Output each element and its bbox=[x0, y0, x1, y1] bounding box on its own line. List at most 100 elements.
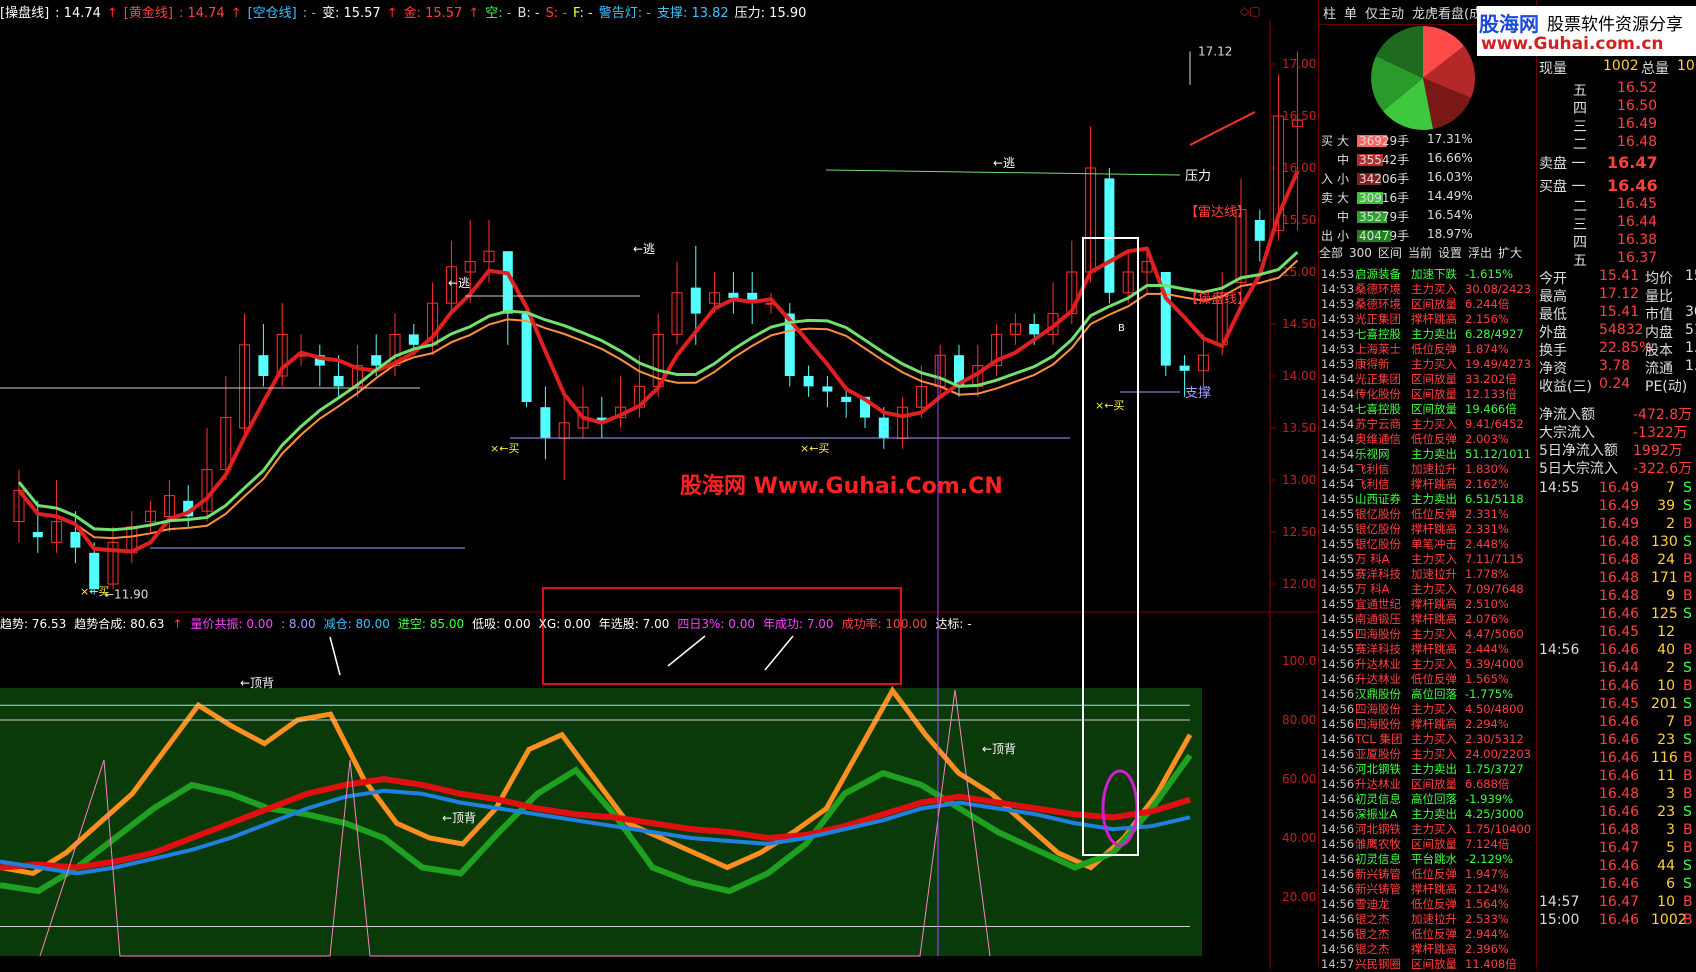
flow-row: 买大 36929手 17.31% bbox=[1321, 132, 1473, 148]
ticker-row[interactable]: 14:55银亿股份 撑杆跳高 2.331% bbox=[1321, 521, 1509, 536]
top-divergence-label: ←顶背 bbox=[982, 742, 1016, 756]
escape-signal: ←逃 bbox=[633, 242, 655, 256]
pointer-arrow bbox=[667, 635, 706, 667]
ticker-row[interactable]: 14:56银之杰 撑杆跳高 2.396% bbox=[1321, 941, 1509, 956]
high-label: 17.12 bbox=[1198, 45, 1232, 59]
ticker-row[interactable]: 14:53上海莱士 低位反弹 1.874% bbox=[1321, 341, 1509, 356]
candle-body-down bbox=[258, 355, 269, 376]
ticker-row[interactable]: 14:56雏鹰农牧 区间放量 7.124倍 bbox=[1321, 836, 1509, 851]
buy-signal: ×←买 bbox=[1095, 399, 1124, 412]
ticker-row[interactable]: 14:53康得新 主力买入 19.49/4273 bbox=[1321, 356, 1531, 371]
ticker-row[interactable]: 14:54乐视网 主力卖出 51.12/1011 bbox=[1321, 446, 1531, 461]
ticker-row[interactable]: 14:56银之杰 低位反弹 2.944% bbox=[1321, 926, 1509, 941]
ticker-toolbar-1[interactable]: 300 bbox=[1349, 246, 1372, 260]
indicator-tick-label: 80.00 bbox=[1282, 713, 1316, 727]
ticker-row[interactable]: 14:56升达林业 低位反弹 1.565% bbox=[1321, 671, 1509, 686]
quote-stat: 换手22.85%股本1.8 bbox=[1539, 340, 1696, 359]
ticker-row[interactable]: 14:56初灵信息 平台跳水 -2.129% bbox=[1321, 851, 1513, 866]
ticker-row[interactable]: 14:55赛洋科技 加速拉升 1.778% bbox=[1321, 566, 1509, 581]
buy-1: 买盘 一 16.46 bbox=[1539, 176, 1658, 195]
ticker-row[interactable]: 14:56升达林业 主力买入 5.39/4000 bbox=[1321, 656, 1524, 671]
side-tab-0[interactable]: 柱 bbox=[1319, 0, 1340, 24]
fund-flow: 大宗流入 -1322万 bbox=[1539, 425, 1688, 441]
trade-row: 16.46 23 S bbox=[1599, 804, 1692, 820]
ticker-row[interactable]: 14:53光正集团 撑杆跳高 2.156% bbox=[1321, 311, 1509, 326]
ticker-row[interactable]: 14:56亚厦股份 主力买入 24.00/2203 bbox=[1321, 746, 1531, 761]
ticker-row[interactable]: 14:53启源装备 加速下跌 -1.615% bbox=[1321, 266, 1513, 281]
center-watermark: 股海网 Www.Guhai.Com.CN bbox=[680, 473, 1003, 499]
ticker-row[interactable]: 14:53桑德环境 区间放量 6.244倍 bbox=[1321, 296, 1509, 311]
ticker-row[interactable]: 14:56四海股份 主力买入 4.50/4800 bbox=[1321, 701, 1524, 716]
ticker-toolbar-3[interactable]: 当前 bbox=[1408, 246, 1432, 260]
indicator-tick-label: 20.00 bbox=[1282, 890, 1316, 904]
candle-body-down bbox=[822, 386, 833, 392]
quote-stat: 收益(三) 0.24 PE(动) bbox=[1539, 376, 1688, 395]
ticker-row[interactable]: 14:54苏宁云商 主力买入 9.41/6452 bbox=[1321, 416, 1524, 431]
price-tick-label: 15.50 bbox=[1282, 213, 1316, 227]
trade-row: 16.49 2 B bbox=[1599, 516, 1693, 532]
ticker-row[interactable]: 14:56河北钢铁 主力买入 1.75/10400 bbox=[1321, 821, 1531, 836]
ticker-row[interactable]: 14:56雪迪龙 低位反弹 1.564% bbox=[1321, 896, 1509, 911]
ticker-row[interactable]: 14:56银之杰 加速拉升 2.533% bbox=[1321, 911, 1509, 926]
ticker-toolbar-4[interactable]: 设置 bbox=[1438, 246, 1462, 260]
annotation-box bbox=[542, 587, 902, 685]
side-tab-1[interactable]: 单 bbox=[1340, 0, 1361, 24]
ticker-toolbar-6[interactable]: 扩大 bbox=[1498, 246, 1522, 260]
kline-chart-area[interactable]: [操盘线]: 14.74 ↑ [黄金线]: 14.74 ↑ [空仓线]: - 变: 15.… bbox=[0, 0, 1318, 969]
indicator-item-3: 量价共振: 0.00 bbox=[190, 617, 274, 631]
indicator-values-bar: 趋势: 76.53 趋势合成: 80.63 ↑ 量价共振: 0.00: 8.00 减仓:… bbox=[0, 615, 980, 635]
ticker-row[interactable]: 14:54光正集团 区间放量 33.202倍 bbox=[1321, 371, 1517, 386]
ticker-row[interactable]: 14:54七喜控股 区间放量 19.466倍 bbox=[1321, 401, 1517, 416]
trade-row: 16.46 11 B bbox=[1599, 768, 1693, 784]
ticker-row[interactable]: 14:56汉鼎股份 高位回落 -1.775% bbox=[1321, 686, 1513, 701]
trade-row: 16.48 9 B bbox=[1599, 588, 1693, 604]
ticker-row[interactable]: 14:56新兴铸管 撑杆跳高 2.124% bbox=[1321, 881, 1509, 896]
ticker-row[interactable]: 14:53桑德环境 主力买入 30.08/2423 bbox=[1321, 281, 1531, 296]
ticker-row[interactable]: 14:55万 科A 主力买入 7.11/7115 bbox=[1321, 551, 1524, 566]
candle-body-down bbox=[371, 355, 382, 366]
candle-body-down bbox=[333, 376, 344, 387]
ticker-row[interactable]: 14:55银亿股份 低位反弹 2.331% bbox=[1321, 506, 1509, 521]
ticker-row[interactable]: 14:55万 科A 主力买入 7.09/7648 bbox=[1321, 581, 1524, 596]
ticker-row[interactable]: 14:55南通锻压 撑杆跳高 2.076% bbox=[1321, 611, 1509, 626]
ticker-row[interactable]: 14:53七喜控股 主力卖出 6.28/4927 bbox=[1321, 326, 1524, 341]
ticker-row[interactable]: 14:56四海股份 撑杆跳高 2.294% bbox=[1321, 716, 1509, 731]
ticker-row[interactable]: 14:56河北钢铁 主力卖出 1.75/3727 bbox=[1321, 761, 1524, 776]
ticker-toolbar-2[interactable]: 区间 bbox=[1378, 246, 1402, 260]
ticker-toolbar[interactable]: 全部 300 区间 当前 设置 浮出 扩大 bbox=[1319, 244, 1537, 261]
ticker-toolbar-5[interactable]: 浮出 bbox=[1468, 246, 1492, 260]
ticker-row[interactable]: 14:55四海股份 主力买入 4.47/5060 bbox=[1321, 626, 1524, 641]
ticker-row[interactable]: 14:56深振业A 主力卖出 4.25/3000 bbox=[1321, 806, 1524, 821]
ticker-row[interactable]: 14:56升达林业 区间放量 6.688倍 bbox=[1321, 776, 1509, 791]
candle-body-down bbox=[1254, 220, 1265, 241]
trade-row: 16.46 23 S bbox=[1599, 732, 1692, 748]
indicator-item-12: 成功率: 100.00 bbox=[841, 617, 928, 631]
ticker-row[interactable]: 14:56TCL 集团 主力买入 2.30/5312 bbox=[1321, 731, 1524, 746]
price-tick-label: 13.00 bbox=[1282, 473, 1316, 487]
indicator-item-13: 达标: - bbox=[935, 617, 972, 631]
ticker-row[interactable]: 14:55赛洋科技 撑杆跳高 2.444% bbox=[1321, 641, 1509, 656]
ticker-row[interactable]: 14:56初灵信息 高位回落 -1.939% bbox=[1321, 791, 1513, 806]
candlestick-chart[interactable]: 17.00 16.50 16.00 15.50 15.00 14.50 14.00 13.50… bbox=[0, 0, 1318, 969]
ticker-row[interactable]: 14:55山西证券 主力卖出 6.51/5118 bbox=[1321, 491, 1524, 506]
ticker-toolbar-0[interactable]: 全部 bbox=[1319, 246, 1343, 260]
ticker-row[interactable]: 14:54传化股份 区间放量 12.133倍 bbox=[1321, 386, 1517, 401]
trade-row: 16.48 171 B bbox=[1599, 570, 1693, 586]
indicator-item-9: 年选股: 7.00 bbox=[598, 617, 670, 631]
bid-level: 三 16.44 bbox=[1573, 214, 1658, 233]
trade-row: 16.48 130 S bbox=[1599, 534, 1692, 550]
quote-stat: 最低15.41市值30 bbox=[1539, 304, 1696, 323]
ticker-row[interactable]: 14:54飞利信 加速拉升 1.830% bbox=[1321, 461, 1509, 476]
trade-row: 14:57 16.47 10 B bbox=[1539, 894, 1693, 910]
trade-row: 14:55 16.49 7 S bbox=[1539, 480, 1692, 496]
radar-line-label: 【雷达线】 bbox=[1185, 205, 1250, 220]
ticker-row[interactable]: 14:55宜通世纪 撑杆跳高 2.510% bbox=[1321, 596, 1509, 611]
fund-flow: 净流入额 -472.8万 bbox=[1539, 407, 1693, 423]
pressure-line bbox=[825, 169, 1181, 176]
ticker-row[interactable]: 14:56新兴铸管 低位反弹 1.947% bbox=[1321, 866, 1509, 881]
side-tab-2[interactable]: 仅主动 bbox=[1361, 0, 1408, 24]
ticker-row[interactable]: 14:55银亿股份 单笔冲击 2.448% bbox=[1321, 536, 1509, 551]
buy-signal: ×←买 bbox=[80, 585, 109, 598]
ticker-row[interactable]: 14:54奥维通信 低位反弹 2.003% bbox=[1321, 431, 1509, 446]
ticker-row[interactable]: 14:54飞利信 撑杆跳高 2.162% bbox=[1321, 476, 1509, 491]
